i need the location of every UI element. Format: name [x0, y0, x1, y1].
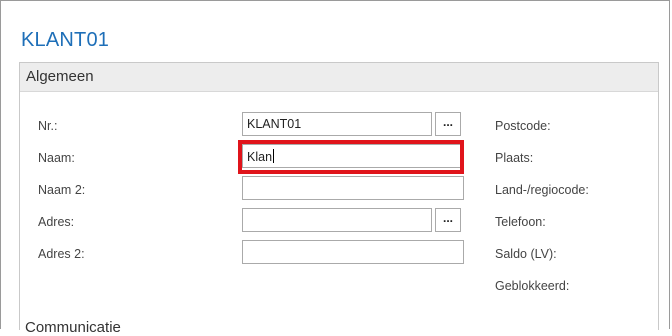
label-telefoon: Telefoon:	[495, 215, 546, 229]
label-adres: Adres:	[38, 215, 75, 229]
ellipsis-icon: ...	[442, 211, 453, 225]
fasttab-title[interactable]: Algemeen	[26, 68, 94, 85]
ellipsis-icon: ...	[442, 115, 453, 129]
label-land-regiocode: Land-/regiocode:	[495, 183, 589, 197]
label-geblokkeerd: Geblokkeerd:	[495, 279, 570, 293]
nr-field[interactable]: KLANT01	[242, 112, 432, 136]
label-saldo-lv: Saldo (LV):	[495, 247, 557, 261]
adres-lookup-button[interactable]: ...	[435, 208, 461, 232]
label-adres-2: Adres 2:	[38, 247, 85, 261]
adres-2-field[interactable]	[242, 240, 464, 264]
customer-card-window: KLANT01 Algemeen Nr.: Naam: Naam 2: Adre…	[0, 0, 670, 336]
fasttab-communicatie-title[interactable]: Communicatie	[25, 319, 121, 336]
label-naam: Naam:	[38, 151, 75, 165]
label-naam-2: Naam 2:	[38, 183, 86, 197]
fasttab-header[interactable]: Algemeen	[20, 63, 658, 92]
adres-field[interactable]	[242, 208, 432, 232]
naam-2-field[interactable]	[242, 176, 464, 200]
label-nr: Nr.:	[38, 119, 58, 133]
label-postcode: Postcode:	[495, 119, 551, 133]
nr-lookup-button[interactable]: ...	[435, 112, 461, 136]
focus-highlight	[238, 140, 464, 174]
label-plaats: Plaats:	[495, 151, 534, 165]
page-title: KLANT01	[21, 29, 110, 51]
